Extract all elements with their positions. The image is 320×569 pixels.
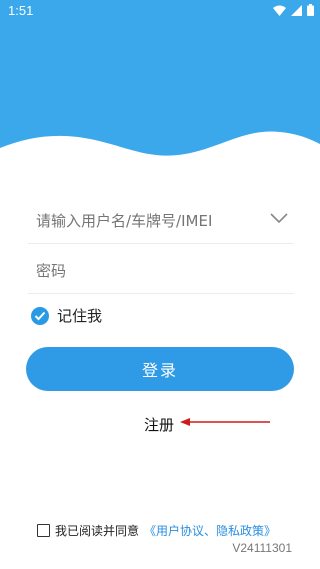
chevron-down-icon[interactable] [270,212,288,224]
status-time: 1:51 [8,3,34,18]
remember-me[interactable]: 记住我 [31,305,102,326]
login-button[interactable]: 登录 [26,347,294,391]
register-link[interactable]: 注册 [144,414,174,435]
wave-decoration [0,131,320,168]
battery-icon [307,4,314,16]
agreement-link[interactable]: 《用户协议、隐私政策》 [144,522,276,539]
password-field [28,250,294,294]
username-field [28,200,294,244]
version-label: V24111301 [232,541,292,555]
remember-checkbox[interactable] [31,306,49,325]
remember-label: 记住我 [57,307,103,325]
arrow-left-icon [180,418,270,426]
wifi-icon [273,5,286,16]
status-bar: 1:51 [0,0,320,22]
username-input[interactable] [36,212,266,230]
agreement-text: 我已阅读并同意 [55,524,140,538]
checkmark-icon [34,311,46,320]
agreement-row: 我已阅读并同意 《用户协议、隐私政策》 [37,522,276,539]
agreement-checkbox[interactable] [37,524,50,537]
signal-icon [291,4,302,16]
password-input[interactable] [36,262,266,280]
status-icons [273,4,314,16]
